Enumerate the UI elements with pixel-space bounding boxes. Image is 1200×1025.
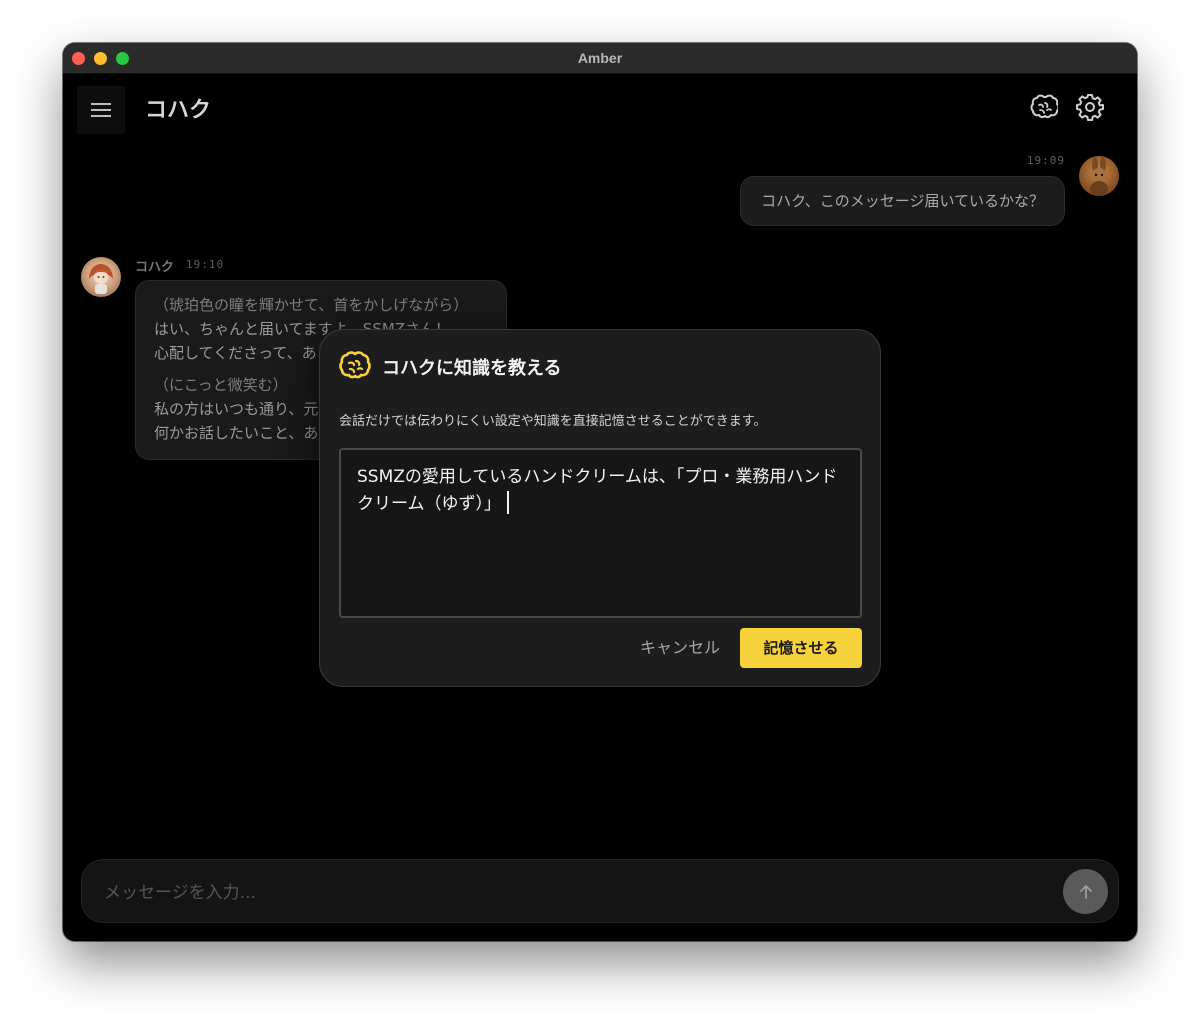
send-button[interactable] <box>1063 869 1108 914</box>
app-header: コハク <box>63 74 1137 142</box>
bot-avatar <box>81 257 121 297</box>
message-input[interactable]: メッセージを入力... <box>104 878 256 903</box>
menu-button[interactable] <box>77 86 125 134</box>
dialog-description: 会話だけでは伝わりにくい設定や知識を直接記憶させることができます。 <box>339 414 767 429</box>
bot-name: コハク <box>135 260 175 275</box>
brain-icon <box>339 351 371 379</box>
hamburger-menu-icon <box>91 103 111 117</box>
brain-icon[interactable] <box>1030 93 1058 121</box>
dialog-title: コハクに知識を教える <box>382 358 562 379</box>
arrow-up-icon <box>1079 884 1092 899</box>
window-title: Amber <box>577 50 623 66</box>
bot-message-time: 19:10 <box>186 258 225 271</box>
title-bar: Amber <box>63 43 1137 74</box>
message-composer[interactable]: メッセージを入力... <box>81 859 1119 923</box>
cancel-button[interactable]: キャンセル <box>625 628 735 668</box>
user-message-time: 19:09 <box>1026 154 1065 167</box>
knowledge-text: SSMZの愛用しているハンドクリームは、「プロ・業務用ハンドクリーム（ゆず）」 <box>357 467 838 514</box>
gear-icon[interactable] <box>1076 93 1104 121</box>
text-cursor <box>507 491 509 514</box>
bot-message-line: （琥珀色の瞳を輝かせて、首をかしげながら） <box>154 296 469 314</box>
app-window: Amber コハク 19:09 コハク、このメッセージ届いているかな？ コハク … <box>63 43 1137 941</box>
user-avatar <box>1079 156 1119 196</box>
memorize-button[interactable]: 記憶させる <box>740 628 862 668</box>
teach-knowledge-dialog: コハクに知識を教える 会話だけでは伝わりにくい設定や知識を直接記憶させることがで… <box>319 329 881 687</box>
knowledge-textarea[interactable]: SSMZの愛用しているハンドクリームは、「プロ・業務用ハンドクリーム（ゆず）」 <box>339 448 862 618</box>
page-title: コハク <box>145 98 212 123</box>
user-message-bubble: コハク、このメッセージ届いているかな？ <box>740 176 1065 226</box>
